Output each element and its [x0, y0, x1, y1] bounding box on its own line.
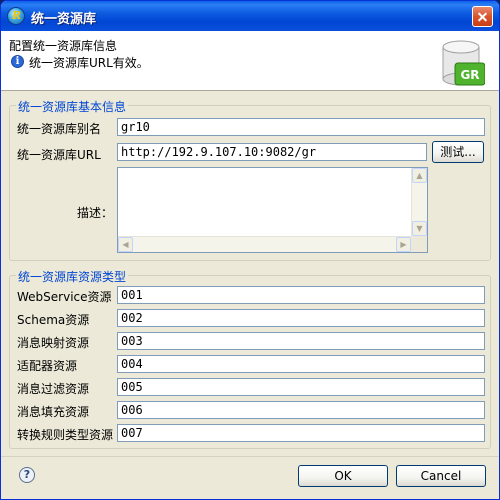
test-button[interactable]: 测试...	[432, 141, 484, 163]
title-bar[interactable]: R 统一资源库	[1, 1, 499, 31]
scroll-left-button[interactable]: ◀	[118, 237, 133, 252]
gr-badge-text: GR	[460, 68, 479, 82]
dialog-window: R 统一资源库 配置统一资源库信息 i 统一资源库URL有效。 GR 统一资源库…	[0, 0, 500, 500]
scroll-corner	[411, 236, 427, 252]
cancel-button[interactable]: Cancel	[396, 465, 486, 487]
gr-app-icon: R	[7, 7, 25, 25]
url-input[interactable]: http://192.9.107.10:9082/gr	[117, 143, 427, 161]
resource-types-group-title: 统一资源库资源类型	[16, 268, 129, 285]
scroll-up-button[interactable]: ▲	[412, 168, 427, 183]
resource-label-schema: Schema资源	[17, 313, 90, 327]
window-title: 统一资源库	[31, 12, 97, 27]
resource-label-message-filter: 消息过滤资源	[17, 382, 90, 396]
resource-input-adapter[interactable]: 004	[117, 355, 485, 373]
url-label: 统一资源库URL	[17, 148, 101, 162]
resource-input-transform-rule[interactable]: 007	[117, 424, 485, 442]
database-gr-icon: GR	[442, 40, 485, 86]
alias-input[interactable]: gr10	[117, 118, 485, 136]
ok-button[interactable]: OK	[298, 465, 388, 487]
scroll-right-button[interactable]: ▶	[396, 237, 411, 252]
basic-info-group-title: 统一资源库基本信息	[16, 98, 129, 115]
description-textarea[interactable]: ▲ ▼ ◀ ▶	[117, 167, 428, 253]
description-vertical-scrollbar[interactable]: ▲ ▼	[411, 168, 427, 236]
description-label: 描述：	[77, 206, 114, 220]
resource-label-message-fill: 消息填充资源	[17, 405, 90, 419]
scroll-down-button[interactable]: ▼	[412, 221, 427, 236]
resource-input-message-fill[interactable]: 006	[117, 401, 485, 419]
resource-input-schema[interactable]: 002	[117, 309, 485, 327]
resource-input-message-filter[interactable]: 005	[117, 378, 485, 396]
resource-label-adapter: 适配器资源	[17, 359, 78, 373]
header-message: 统一资源库URL有效。	[29, 56, 149, 70]
resource-input-webservice[interactable]: 001	[117, 286, 485, 304]
help-icon[interactable]: ?	[19, 467, 35, 483]
resource-label-transform-rule: 转换规则类型资源	[17, 428, 114, 442]
dialog-header: 配置统一资源库信息 i 统一资源库URL有效。 GR	[1, 31, 499, 91]
resource-input-message-mapping[interactable]: 003	[117, 332, 485, 350]
close-button[interactable]	[472, 6, 493, 27]
resource-label-webservice: WebService资源	[17, 290, 112, 304]
description-horizontal-scrollbar[interactable]: ◀ ▶	[118, 236, 411, 252]
resource-label-message-mapping: 消息映射资源	[17, 336, 90, 350]
header-title: 配置统一资源库信息	[9, 39, 118, 53]
alias-label: 统一资源库别名	[17, 122, 102, 136]
info-icon: i	[11, 55, 24, 68]
footer-separator	[1, 456, 499, 457]
